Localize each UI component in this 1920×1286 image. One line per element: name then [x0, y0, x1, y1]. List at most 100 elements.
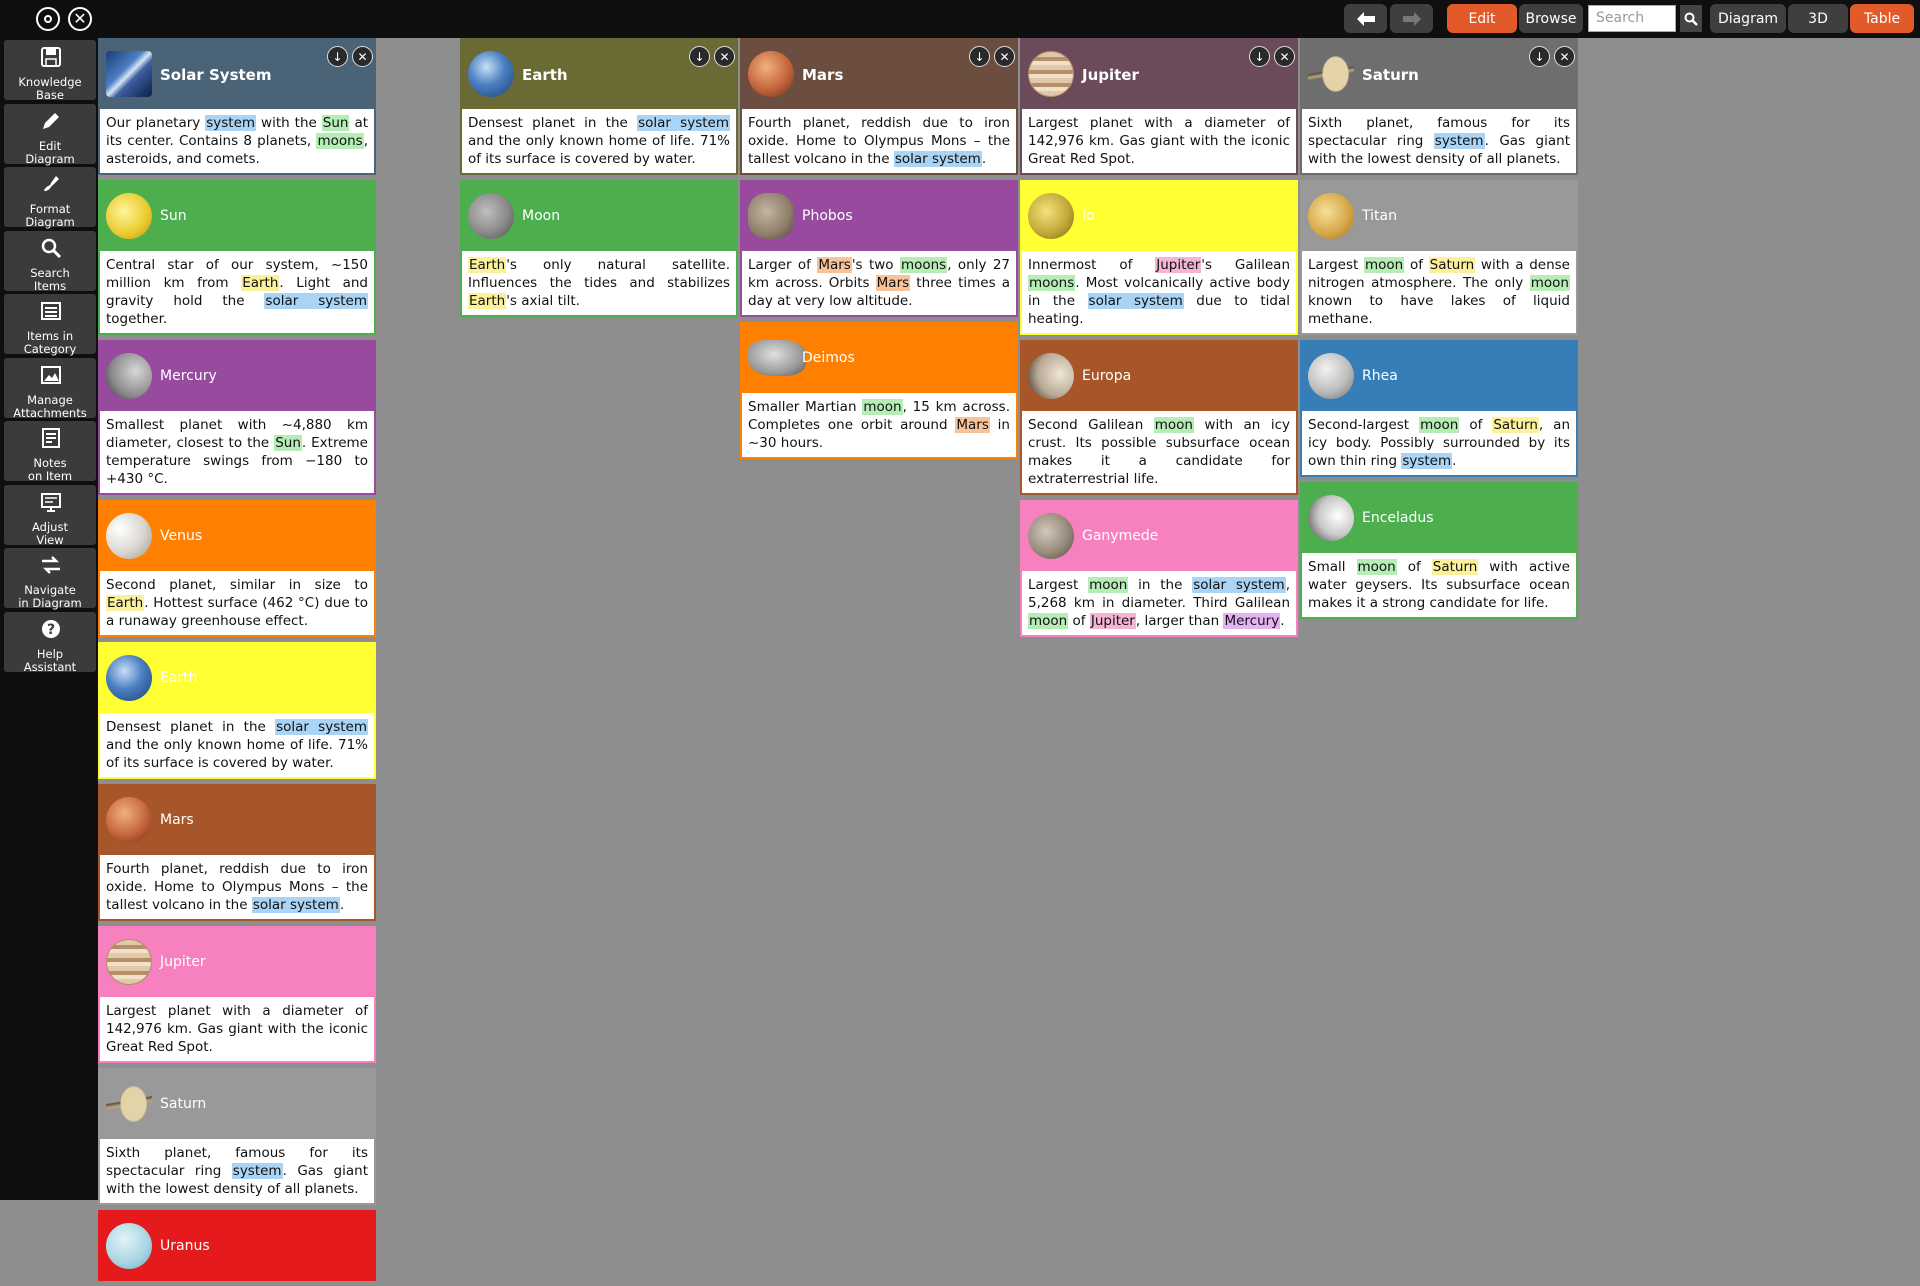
card-header[interactable]: Sun	[100, 182, 374, 251]
card-sun[interactable]: Sun Central star of our system, ~150 mill…	[98, 180, 376, 335]
collapse-arrow-icon[interactable]: ↓	[689, 46, 710, 67]
highlighted-link[interactable]: moon	[1419, 417, 1460, 433]
card-header[interactable]: Jupiter	[100, 928, 374, 997]
notes-on-item-button[interactable]: Notes on Item	[4, 421, 96, 483]
highlighted-link[interactable]: solar system	[251, 897, 340, 913]
card-header[interactable]: Europa	[1022, 342, 1296, 411]
card-mars[interactable]: Mars ↓ ✕ Fourth planet, reddish due to iron…	[740, 38, 1018, 175]
highlighted-link[interactable]: solar system	[637, 115, 730, 131]
search-input[interactable]: Search	[1588, 5, 1676, 32]
highlighted-link[interactable]: Saturn	[1428, 257, 1476, 273]
card-uranus[interactable]: Uranus	[98, 1210, 376, 1281]
card-header[interactable]: Io	[1022, 182, 1296, 251]
highlighted-link[interactable]: Mars	[955, 417, 990, 433]
close-icon[interactable]: ✕	[68, 7, 92, 31]
card-header[interactable]: Mercury	[100, 342, 374, 411]
forward-arrow-icon[interactable]	[1390, 4, 1433, 33]
adjust-view-button[interactable]: Adjust View	[4, 484, 96, 546]
card-header[interactable]: Deimos	[742, 324, 1016, 393]
card-header[interactable]: Saturn	[100, 1070, 374, 1139]
highlighted-link[interactable]: Saturn	[1431, 559, 1479, 575]
knowledge-base-button[interactable]: Knowledge Base	[4, 40, 96, 102]
card-jupiter[interactable]: Jupiter Largest planet with a diameter of…	[98, 926, 376, 1063]
card-solar-system[interactable]: Solar System ↓ ✕ Our planetary system with …	[98, 38, 376, 175]
card-saturn[interactable]: Saturn ↓ ✕ Sixth planet, famous for its spe…	[1300, 38, 1578, 175]
card-header[interactable]: Earth	[100, 644, 374, 713]
card-europa[interactable]: Europa Second Galilean moon with an icy c…	[1020, 340, 1298, 495]
highlighted-link[interactable]: solar system	[1087, 293, 1184, 309]
card-mercury[interactable]: Mercury Smallest planet with ~4,880 km di…	[98, 340, 376, 495]
highlighted-link[interactable]: Mars	[817, 257, 852, 273]
diagram-button[interactable]: Diagram	[1710, 4, 1786, 33]
highlighted-link[interactable]: Mercury	[1223, 613, 1281, 629]
card-earth[interactable]: Earth ↓ ✕ Densest planet in the solar syste…	[460, 38, 738, 175]
highlighted-link[interactable]: system	[1401, 453, 1453, 469]
edit-button[interactable]: Edit	[1447, 4, 1517, 33]
table-button[interactable]: Table	[1850, 4, 1914, 33]
card-header[interactable]: Phobos	[742, 182, 1016, 251]
3d-button[interactable]: 3D	[1788, 4, 1848, 33]
highlighted-link[interactable]: moon	[862, 399, 903, 415]
card-header[interactable]: Ganymede	[1022, 502, 1296, 571]
highlighted-link[interactable]: Jupiter	[1089, 613, 1136, 629]
highlighted-link[interactable]: solar system	[893, 151, 982, 167]
card-jupiter[interactable]: Jupiter ↓ ✕ Largest planet with a diameter …	[1020, 38, 1298, 175]
card-header[interactable]: Venus	[100, 502, 374, 571]
card-header[interactable]: Titan	[1302, 182, 1576, 251]
highlighted-link[interactable]: Earth	[106, 595, 145, 611]
highlighted-link[interactable]: Saturn	[1492, 417, 1539, 433]
collapse-arrow-icon[interactable]: ↓	[1249, 46, 1270, 67]
highlighted-link[interactable]: system	[205, 115, 257, 131]
highlighted-link[interactable]: moons	[316, 133, 364, 149]
close-icon[interactable]: ✕	[1274, 46, 1295, 67]
edit-diagram-button[interactable]: Edit Diagram	[4, 103, 96, 165]
highlighted-link[interactable]: Mars	[875, 275, 911, 291]
highlighted-link[interactable]: system	[1433, 133, 1485, 149]
collapse-arrow-icon[interactable]: ↓	[969, 46, 990, 67]
close-icon[interactable]: ✕	[714, 46, 735, 67]
navigate-in-diagram-button[interactable]: Navigate in Diagram	[4, 548, 96, 610]
highlighted-link[interactable]: solar system	[264, 293, 368, 309]
card-io[interactable]: Io Innermost of Jupiter's Galilean moons.…	[1020, 180, 1298, 335]
highlighted-link[interactable]: Sun	[274, 435, 302, 451]
card-earth[interactable]: Earth Densest planet in the solar system …	[98, 642, 376, 779]
card-header[interactable]: Solar System ↓ ✕	[100, 40, 374, 109]
card-header[interactable]: Earth ↓ ✕	[462, 40, 736, 109]
highlighted-link[interactable]: Earth	[468, 257, 507, 273]
card-header[interactable]: Mars ↓ ✕	[742, 40, 1016, 109]
highlighted-link[interactable]: moon	[1088, 577, 1129, 593]
highlighted-link[interactable]: Earth	[241, 275, 280, 291]
highlighted-link[interactable]: solar system	[275, 719, 368, 735]
search-icon[interactable]	[1680, 5, 1702, 32]
close-icon[interactable]: ✕	[1554, 46, 1575, 67]
highlighted-link[interactable]: Jupiter	[1155, 257, 1202, 273]
highlighted-link[interactable]: solar system	[1192, 577, 1286, 593]
card-enceladus[interactable]: Enceladus Small moon of Saturn with activ…	[1300, 482, 1578, 619]
close-icon[interactable]: ✕	[352, 46, 373, 67]
card-header[interactable]: Mars	[100, 786, 374, 855]
highlighted-link[interactable]: moon	[1028, 613, 1069, 629]
card-header[interactable]: Enceladus	[1302, 484, 1576, 553]
highlighted-link[interactable]: Earth	[468, 293, 507, 309]
collapse-arrow-icon[interactable]: ↓	[327, 46, 348, 67]
card-header[interactable]: Saturn ↓ ✕	[1302, 40, 1576, 109]
help-assistant-button[interactable]: ? Help Assistant	[4, 611, 96, 673]
manage-attachments-button[interactable]: Manage Attachments	[4, 357, 96, 419]
card-phobos[interactable]: Phobos Larger of Mars's two moons, only 2…	[740, 180, 1018, 317]
format-diagram-button[interactable]: Format Diagram	[4, 167, 96, 229]
items-in-category-button[interactable]: Items in Category	[4, 294, 96, 356]
search-items-button[interactable]: Search Items	[4, 230, 96, 292]
highlighted-link[interactable]: moons	[899, 257, 948, 273]
card-saturn[interactable]: Saturn Sixth planet, famous for its spect…	[98, 1068, 376, 1205]
card-header[interactable]: Moon	[462, 182, 736, 251]
highlighted-link[interactable]: moons	[1028, 275, 1076, 291]
card-titan[interactable]: Titan Largest moon of Saturn with a dense…	[1300, 180, 1578, 335]
card-ganymede[interactable]: Ganymede Largest moon in the solar system…	[1020, 500, 1298, 637]
card-venus[interactable]: Venus Second planet, similar in size to E…	[98, 500, 376, 637]
collapse-arrow-icon[interactable]: ↓	[1529, 46, 1550, 67]
highlighted-link[interactable]: moon	[1529, 275, 1570, 291]
target-icon[interactable]	[36, 7, 60, 31]
card-header[interactable]: Jupiter ↓ ✕	[1022, 40, 1296, 109]
highlighted-link[interactable]: moon	[1364, 257, 1405, 273]
card-header[interactable]: Uranus	[100, 1212, 374, 1281]
